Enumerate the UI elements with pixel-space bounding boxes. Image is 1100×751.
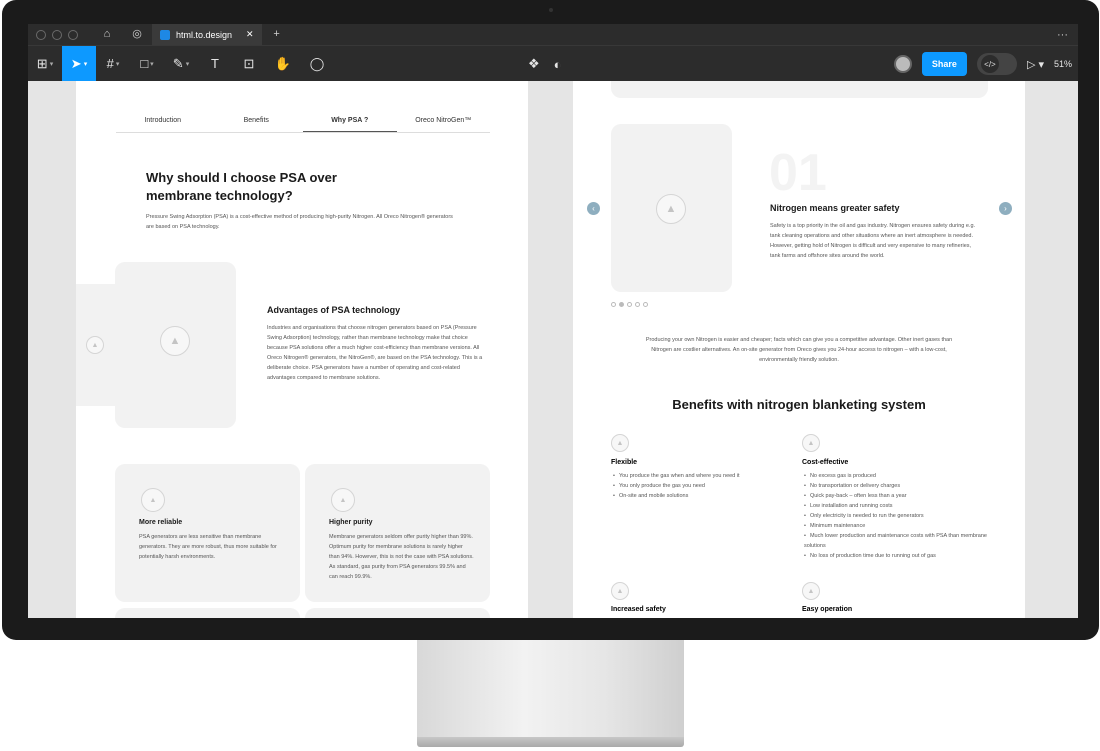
- contrast-icon[interactable]: ◐: [554, 57, 562, 72]
- tab-bar: ⌂ ◎ html.to.design ✕ + ···: [28, 24, 1078, 45]
- list-item: No loss of production time due to runnin…: [804, 551, 989, 561]
- card-title: Higher purity: [329, 519, 373, 526]
- left-page-frame[interactable]: Introduction Benefits Why PSA ? Oreco Ni…: [76, 81, 528, 618]
- slide-text: Safety is a top priority in the oil and …: [770, 223, 976, 259]
- tab-why-psa[interactable]: Why PSA ?: [303, 111, 397, 132]
- slider-pagination[interactable]: [611, 302, 648, 307]
- tab-html-to-design[interactable]: html.to.design ✕: [152, 24, 262, 45]
- close-icon[interactable]: ✕: [246, 29, 254, 40]
- image-icon: ▲: [141, 488, 165, 512]
- camera: [549, 8, 553, 12]
- advantages-title: Advantages of PSA technology: [267, 305, 401, 315]
- list-item: No transportation or delivery charges: [804, 481, 989, 491]
- resources-icon[interactable]: ⊡: [232, 46, 266, 82]
- summary-text: Producing your own Nitrogen is easier an…: [645, 337, 953, 363]
- dev-mode-toggle[interactable]: </>: [976, 53, 1017, 75]
- card-title: More reliable: [139, 519, 183, 526]
- slider-next-button[interactable]: ›: [999, 202, 1012, 215]
- globe-icon[interactable]: ◎: [122, 24, 152, 45]
- tab-benefits[interactable]: Benefits: [210, 111, 304, 132]
- intro-text: Pressure Swing Adsorption (PSA) is a cos…: [146, 214, 453, 230]
- list-item: Only electricity is needed to run the ge…: [804, 511, 989, 521]
- comment-tool-icon[interactable]: ◯: [300, 46, 334, 82]
- image-placeholder: ▲: [611, 124, 732, 292]
- slide-number: 01: [769, 144, 827, 202]
- section-nav: Introduction Benefits Why PSA ? Oreco Ni…: [116, 111, 490, 133]
- more-icon[interactable]: ···: [1057, 29, 1078, 41]
- slide-title: Nitrogen means greater safety: [770, 203, 900, 213]
- card-higher-purity: ▲ Higher purity Membrane generators seld…: [305, 464, 490, 602]
- main-menu-icon[interactable]: ⊞ ▾: [28, 46, 62, 82]
- list-item: Low installation and running costs: [804, 501, 989, 511]
- benefit-title: Flexible: [611, 459, 638, 466]
- image-icon: ▲: [656, 194, 686, 224]
- page-title: Why should I choose PSA over membrane te…: [146, 170, 337, 203]
- toolbar: ⊞ ▾ ➤ ▾ # ▾ □ ▾ ✎ ▾ T ⊡ ✋ ◯ ❖ ◐ Share </> ▷ ▾…: [28, 45, 1078, 82]
- share-button[interactable]: Share: [921, 52, 967, 76]
- card-text: PSA generators are less sensitive than m…: [139, 534, 277, 560]
- window-controls[interactable]: [36, 29, 78, 40]
- tab-introduction[interactable]: Introduction: [116, 111, 210, 132]
- right-page-frame[interactable]: ▲ 01 Nitrogen means greater safety Safet…: [573, 81, 1025, 618]
- tab-title: html.to.design: [176, 29, 233, 40]
- card-text: Membrane generators seldom offer purity …: [329, 534, 474, 580]
- advantages-text: Industries and organisations that choose…: [267, 325, 483, 381]
- list-item: No excess gas is produced: [804, 471, 989, 481]
- slider-prev-button[interactable]: ‹: [587, 202, 600, 215]
- canvas[interactable]: Introduction Benefits Why PSA ? Oreco Ni…: [28, 81, 1078, 618]
- list-item: Minimum maintenance: [804, 521, 989, 531]
- list-item: You only produce the gas you need: [613, 481, 793, 491]
- image-placeholder: [611, 81, 988, 98]
- frame-tool-icon[interactable]: # ▾: [96, 46, 130, 82]
- pen-tool-icon[interactable]: ✎ ▾: [164, 46, 198, 82]
- zoom-level[interactable]: 51%: [1054, 59, 1072, 69]
- list-item: On-site and mobile solutions: [613, 491, 793, 501]
- components-icon[interactable]: ❖: [528, 56, 540, 72]
- list-item: Quick pay-back – often less than a year: [804, 491, 989, 501]
- image-icon: ▲: [331, 488, 355, 512]
- benefit-title: Increased safety: [611, 606, 666, 613]
- tab-oreco-nitrogen[interactable]: Oreco NitroGen™: [397, 111, 491, 132]
- hand-tool-icon[interactable]: ✋: [266, 46, 300, 82]
- present-icon[interactable]: ▷ ▾: [1027, 58, 1044, 71]
- image-icon: ▲: [802, 582, 820, 600]
- benefit-title: Cost-effective: [802, 459, 849, 466]
- monitor-foot: [417, 737, 684, 747]
- text-tool-icon[interactable]: T: [198, 46, 232, 82]
- benefit-list: No excess gas is produced No transportat…: [804, 471, 989, 561]
- image-icon: ▲: [802, 434, 820, 452]
- figma-window: ⌂ ◎ html.to.design ✕ + ··· ⊞ ▾ ➤ ▾ # ▾ □ ▾ ✎…: [28, 24, 1078, 618]
- list-item: Much lower production and maintenance co…: [804, 531, 989, 551]
- monitor-bezel: ⌂ ◎ html.to.design ✕ + ··· ⊞ ▾ ➤ ▾ # ▾ □ ▾ ✎…: [2, 0, 1099, 640]
- card-partial: [115, 608, 300, 618]
- home-icon[interactable]: ⌂: [92, 24, 122, 45]
- image-icon: ▲: [611, 434, 629, 452]
- benefit-list: You produce the gas when and where you n…: [613, 471, 793, 501]
- avatar[interactable]: [893, 55, 912, 73]
- image-icon: ▲: [86, 336, 104, 354]
- image-icon: ▲: [160, 326, 190, 356]
- shape-tool-icon[interactable]: □ ▾: [130, 46, 164, 82]
- image-icon: ▲: [611, 582, 629, 600]
- code-icon: </>: [980, 55, 999, 73]
- benefits-title: Benefits with nitrogen blanketing system: [672, 397, 926, 412]
- card-partial: [305, 608, 490, 618]
- monitor-stand: [417, 640, 684, 740]
- plugin-icon: [160, 29, 170, 40]
- card-more-reliable: ▲ More reliable PSA generators are less …: [115, 464, 300, 602]
- image-placeholder: ▲: [115, 262, 236, 428]
- new-tab-button[interactable]: +: [262, 24, 292, 45]
- list-item: You produce the gas when and where you n…: [613, 471, 793, 481]
- benefit-title: Easy operation: [802, 606, 853, 613]
- move-tool-icon[interactable]: ➤ ▾: [62, 45, 96, 82]
